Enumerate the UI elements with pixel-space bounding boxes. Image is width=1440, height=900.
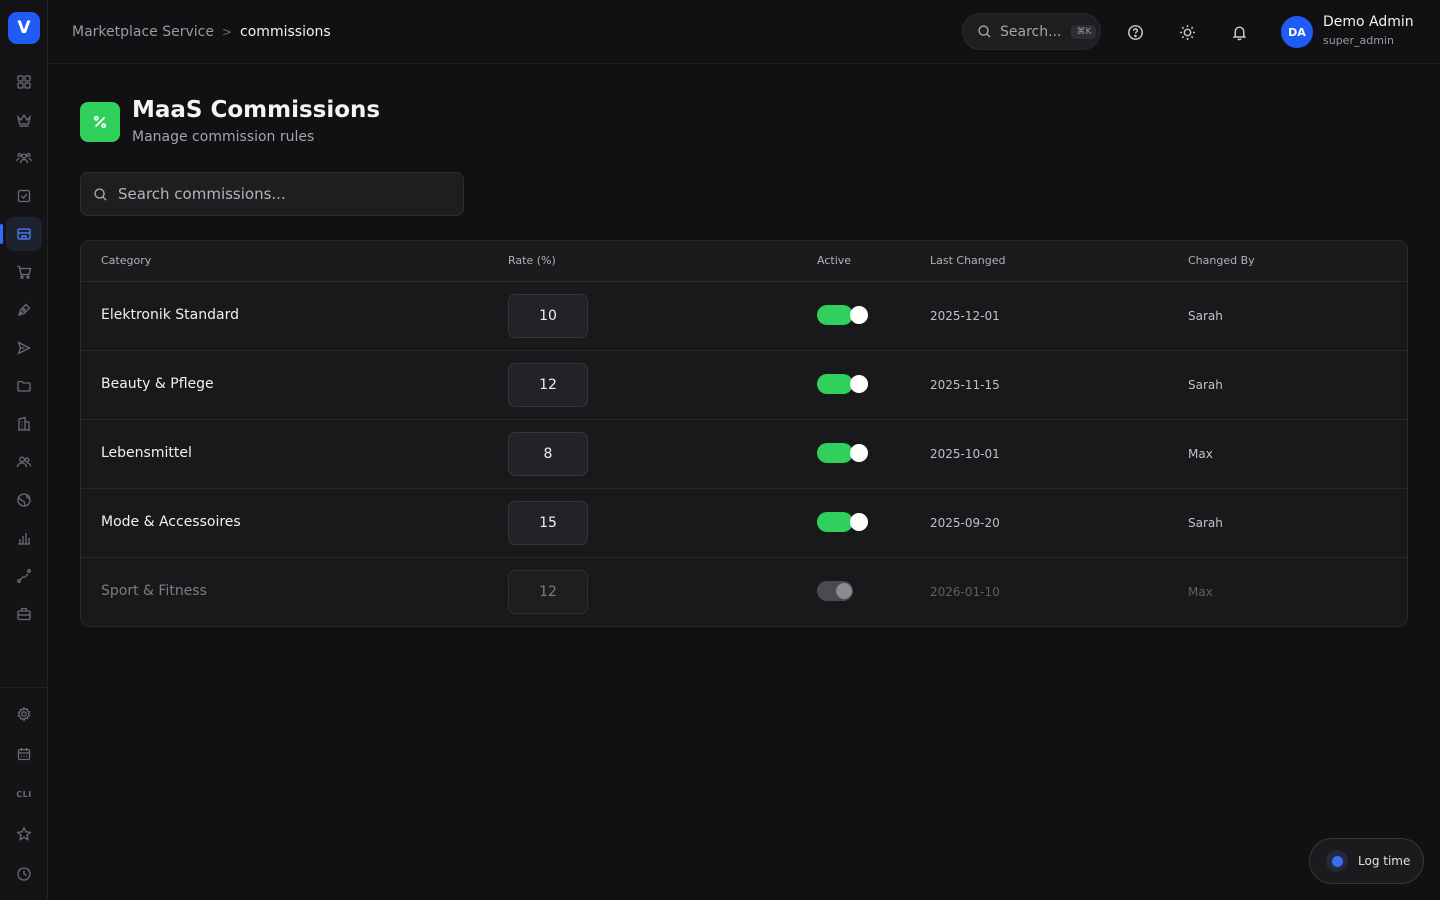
percent-icon xyxy=(80,102,120,142)
changed-by-cell: Max xyxy=(1188,585,1213,599)
log-time-label: Log time xyxy=(1358,854,1411,868)
calendar-icon[interactable] xyxy=(6,737,42,771)
toggle-knob xyxy=(836,583,852,599)
gear-icon[interactable] xyxy=(6,697,42,731)
rate-input[interactable]: 12 xyxy=(508,363,588,407)
toggle-knob xyxy=(850,513,868,531)
last-changed-cell: 2025-11-15 xyxy=(930,378,1000,392)
people-icon[interactable] xyxy=(6,445,42,479)
keyboard-shortcut-badge: ⌘K xyxy=(1071,24,1097,39)
avatar[interactable]: DA xyxy=(1281,16,1313,48)
user-name[interactable]: Demo Admin xyxy=(1323,14,1414,30)
sun-icon[interactable] xyxy=(1175,20,1199,44)
search-input[interactable] xyxy=(118,185,438,203)
star-icon[interactable] xyxy=(6,817,42,851)
search-icon xyxy=(978,25,991,38)
page-title: MaaS Commissions xyxy=(132,97,381,123)
category-cell: Sport & Fitness xyxy=(101,583,207,599)
changed-by-cell: Max xyxy=(1188,447,1213,461)
commission-search-box xyxy=(80,172,464,216)
checkbox-icon[interactable] xyxy=(6,179,42,213)
page-subtitle: Manage commission rules xyxy=(132,129,315,145)
active-indicator xyxy=(0,224,3,244)
rate-input[interactable]: 12 xyxy=(508,570,588,614)
search-icon xyxy=(94,187,107,201)
last-changed-cell: 2025-09-20 xyxy=(930,516,1000,530)
column-header-last-changed[interactable]: Last Changed xyxy=(930,254,1006,267)
category-cell: Elektronik Standard xyxy=(101,307,239,323)
last-changed-cell: 2026-01-10 xyxy=(930,585,1000,599)
breadcrumb: Marketplace Service > commissions xyxy=(72,22,331,42)
timer-icon xyxy=(1326,850,1348,872)
chevron-right-icon: > xyxy=(221,25,233,39)
folder-icon[interactable] xyxy=(6,369,42,403)
sidebar: V CLI xyxy=(0,0,48,900)
category-cell: Mode & Accessoires xyxy=(101,514,241,530)
changed-by-cell: Sarah xyxy=(1188,516,1223,530)
table-row: Beauty & Pflege 12 2025-11-15 Sarah xyxy=(81,351,1407,420)
user-role: super_admin xyxy=(1323,34,1394,47)
help-icon[interactable] xyxy=(1123,20,1147,44)
dashboard-grid-icon[interactable] xyxy=(6,65,42,99)
category-cell: Beauty & Pflege xyxy=(101,376,214,392)
changed-by-cell: Sarah xyxy=(1188,309,1223,323)
category-cell: Lebensmittel xyxy=(101,445,192,461)
app-logo[interactable]: V xyxy=(8,12,40,44)
table-row: Lebensmittel 8 2025-10-01 Max xyxy=(81,420,1407,489)
global-search-placeholder: Search... xyxy=(1000,23,1062,40)
log-time-button[interactable]: Log time xyxy=(1309,838,1424,884)
rate-input[interactable]: 8 xyxy=(508,432,588,476)
column-header-rate[interactable]: Rate (%) xyxy=(508,254,556,267)
table-row: Mode & Accessoires 15 2025-09-20 Sarah xyxy=(81,489,1407,558)
last-changed-cell: 2025-10-01 xyxy=(930,447,1000,461)
cart-icon[interactable] xyxy=(6,255,42,289)
toggle-knob xyxy=(850,375,868,393)
commissions-table: Category Rate (%) Active Last Changed Ch… xyxy=(80,240,1408,627)
crown-icon[interactable] xyxy=(6,103,42,137)
rate-input[interactable]: 15 xyxy=(508,501,588,545)
clock-icon[interactable] xyxy=(6,857,42,891)
active-toggle[interactable] xyxy=(817,512,868,532)
breadcrumb-parent-link[interactable]: Marketplace Service xyxy=(72,24,214,40)
active-toggle[interactable] xyxy=(817,305,868,325)
table-header: Category Rate (%) Active Last Changed Ch… xyxy=(81,241,1407,282)
bar-chart-icon[interactable] xyxy=(6,521,42,555)
cli-label: CLI xyxy=(16,789,32,799)
users-group-icon[interactable] xyxy=(6,141,42,175)
cli-icon[interactable]: CLI xyxy=(6,777,42,811)
column-header-active[interactable]: Active xyxy=(817,254,851,267)
active-toggle[interactable] xyxy=(817,443,868,463)
pen-nib-icon[interactable] xyxy=(6,293,42,327)
table-row: Sport & Fitness 12 2026-01-10 Max xyxy=(81,558,1407,626)
breadcrumb-current: commissions xyxy=(240,24,331,40)
sidebar-divider xyxy=(0,687,48,688)
column-header-category[interactable]: Category xyxy=(101,254,151,267)
bell-icon[interactable] xyxy=(1227,20,1251,44)
top-bar: Marketplace Service > commissions Search… xyxy=(48,0,1440,64)
global-search-button[interactable]: Search... ⌘K xyxy=(962,13,1101,50)
active-toggle[interactable] xyxy=(817,374,868,394)
rate-input[interactable]: 10 xyxy=(508,294,588,338)
store-icon[interactable] xyxy=(6,217,42,251)
last-changed-cell: 2025-12-01 xyxy=(930,309,1000,323)
briefcase-icon[interactable] xyxy=(6,597,42,631)
active-toggle[interactable] xyxy=(817,581,853,601)
toggle-knob xyxy=(850,444,868,462)
toggle-knob xyxy=(850,306,868,324)
column-header-changed-by[interactable]: Changed By xyxy=(1188,254,1255,267)
building-icon[interactable] xyxy=(6,407,42,441)
table-row: Elektronik Standard 10 2025-12-01 Sarah xyxy=(81,282,1407,351)
globe-icon[interactable] xyxy=(6,483,42,517)
changed-by-cell: Sarah xyxy=(1188,378,1223,392)
send-icon[interactable] xyxy=(6,331,42,365)
route-icon[interactable] xyxy=(6,559,42,593)
